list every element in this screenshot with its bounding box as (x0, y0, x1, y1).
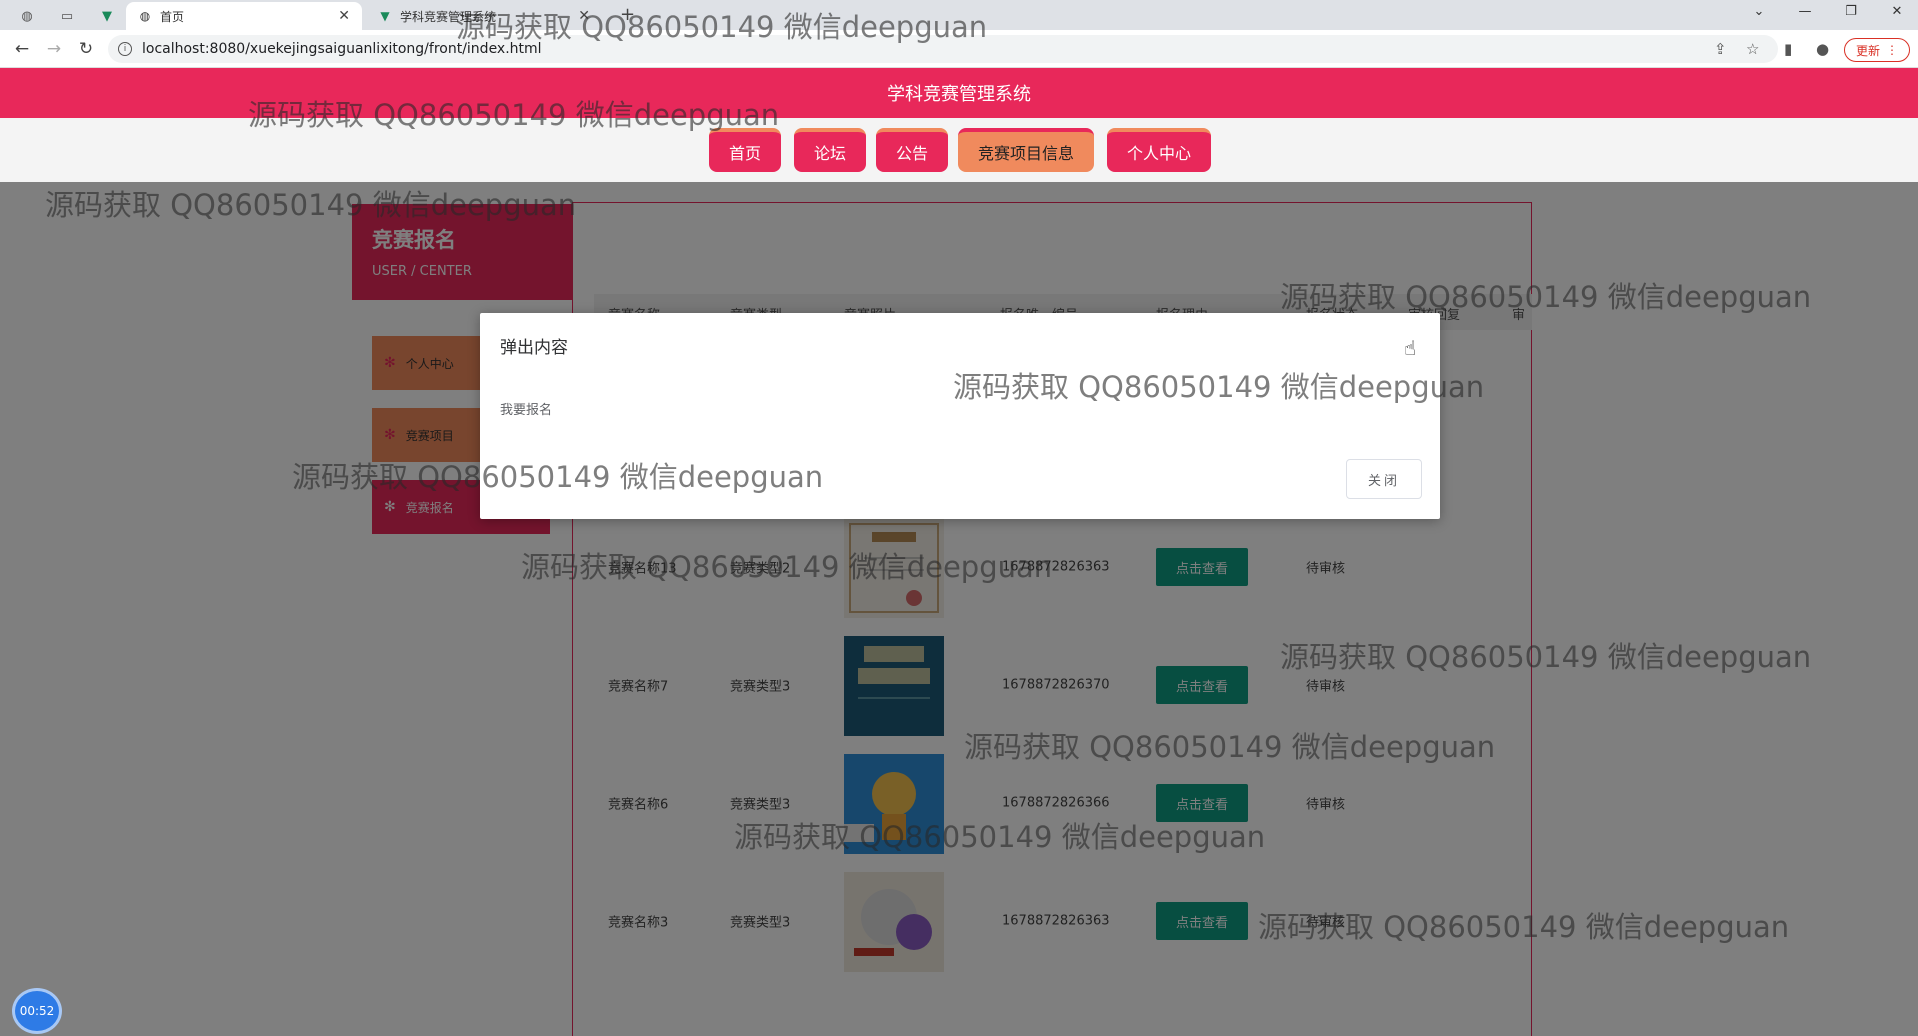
info-icon[interactable]: i (118, 42, 132, 56)
new-tab-icon[interactable]: + (620, 4, 635, 25)
forward-icon[interactable]: → (44, 39, 64, 59)
blank-tab-icon[interactable]: ▭ (56, 5, 78, 27)
tab-system[interactable]: ▼ 学科竞赛管理系统 ✕ (366, 2, 602, 30)
nav-notice[interactable]: 公告 (876, 128, 948, 172)
update-button[interactable]: 更新 ⋮ (1844, 38, 1910, 62)
window-close-icon[interactable]: ✕ (1882, 4, 1912, 19)
nav-personal-center[interactable]: 个人中心 (1107, 128, 1211, 172)
modal-overlay[interactable] (0, 182, 1918, 1036)
browser-toolbar: ← → ↻ i localhost:8080/xuekejingsaiguanl… (0, 30, 1918, 68)
vue-icon: ▼ (380, 9, 390, 23)
nav-home[interactable]: 首页 (709, 128, 781, 172)
site-nav: 首页 论坛 公告 竞赛项目信息 个人中心 (0, 118, 1918, 182)
url-text: localhost:8080/xuekejingsaiguanlixitong/… (142, 41, 542, 57)
site-header: 学科竞赛管理系统 (0, 68, 1918, 118)
site-title: 学科竞赛管理系统 (887, 84, 1031, 105)
recording-timer: 00:52 (12, 988, 62, 1034)
nav-forum[interactable]: 论坛 (794, 128, 866, 172)
bookmark-star-icon[interactable]: ☆ (1746, 40, 1759, 58)
profile-icon[interactable]: ● (1816, 40, 1829, 58)
close-icon[interactable]: ✕ (578, 8, 590, 24)
update-label: 更新 (1855, 43, 1880, 58)
popup-dialog: 弹出内容 我要报名 关闭 (480, 313, 1440, 519)
tab-search-icon[interactable]: ⌄ (1744, 4, 1774, 19)
tab-home[interactable]: ◍ 首页 ✕ (126, 2, 362, 30)
close-button[interactable]: 关闭 (1346, 459, 1422, 499)
reload-icon[interactable]: ↻ (76, 39, 96, 59)
more-icon: ⋮ (1886, 43, 1898, 57)
dialog-body: 我要报名 (500, 403, 553, 418)
close-icon[interactable]: ✕ (338, 8, 350, 24)
globe-icon: ◍ (139, 9, 151, 23)
share-icon[interactable]: ⇪ (1714, 40, 1727, 58)
restore-icon[interactable]: ❐ (1836, 4, 1866, 19)
browser-tab-bar: ◍ ▭ ▼ ◍ 首页 ✕ ▼ 学科竞赛管理系统 ✕ + ⌄ — ❐ ✕ (0, 0, 1918, 30)
minimize-icon[interactable]: — (1790, 4, 1820, 19)
globe-icon[interactable]: ◍ (16, 5, 38, 27)
side-panel-icon[interactable]: ▮ (1784, 40, 1792, 58)
address-bar[interactable]: i localhost:8080/xuekejingsaiguanlixiton… (108, 35, 1778, 63)
vue-icon[interactable]: ▼ (96, 5, 118, 27)
dialog-title: 弹出内容 (500, 338, 568, 358)
back-icon[interactable]: ← (12, 39, 32, 59)
tab-label: 首页 (160, 9, 185, 24)
nav-competition-info[interactable]: 竞赛项目信息 (958, 128, 1094, 172)
hand-cursor-icon: ☝ (1404, 336, 1417, 360)
tab-label: 学科竞赛管理系统 (400, 9, 497, 24)
